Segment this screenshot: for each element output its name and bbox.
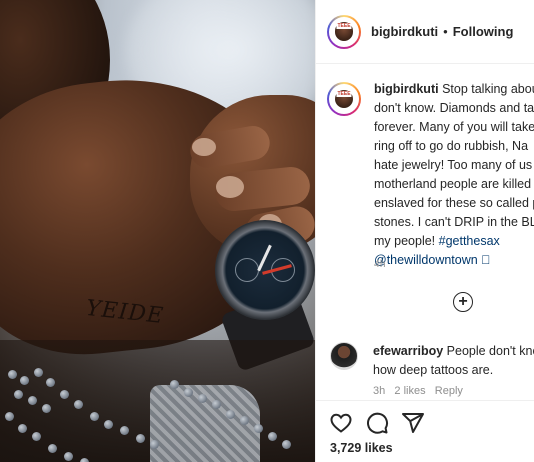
photo-bead [170,380,179,389]
photo-bead [60,390,69,399]
caption-line: motherland people are killed [374,177,532,191]
avatar-badge-text: TEEE [336,90,352,97]
photo-bead [212,400,221,409]
avatar-badge-text: TEEE [336,23,352,30]
load-more-comments-button[interactable]: + [453,292,473,312]
commenter-avatar[interactable] [330,342,358,370]
photo-bead [34,368,43,377]
avatar-inner: TEEE [329,84,359,114]
comment-time[interactable]: 3h [373,385,385,397]
caption-line: ring off to go do rubbish, Na [374,139,529,153]
photo-bead [14,390,23,399]
plus-circle-icon: + [458,293,468,310]
caption-text: bigbirdkuti Stop talking abou don't know… [374,80,534,270]
watch-subdial [235,258,259,282]
commenter-username[interactable]: efewarriboy [373,344,443,358]
photo-bead [282,440,291,449]
caption-line: forever. Many of you will take [374,120,534,134]
photo-bead [226,410,235,419]
photo-bead [254,424,263,433]
photo-bead [90,412,99,421]
photo-bead [28,396,37,405]
author-avatar[interactable]: TEEE [327,14,361,49]
photo-bead [32,432,41,441]
photo-bead [5,412,14,421]
photo-bead [8,370,17,379]
caption-line: my people! [374,234,439,248]
share-icon[interactable] [401,411,425,435]
photo-nail [216,176,244,198]
photo-bead [240,416,249,425]
photo-bead [48,444,57,453]
caption-line: don't know. Diamonds and ta [374,101,534,115]
photo-bead [198,394,207,403]
caption-hashtag[interactable]: #getthesax [439,234,500,248]
avatar-inner: TEEE [329,16,359,47]
photo-bead [64,452,73,461]
comment-likes[interactable]: 2 likes [394,385,425,397]
photo-bead [268,432,277,441]
comment-line: People don't kno [446,344,534,358]
photo-nail [192,138,216,156]
post-side-panel: TEEE bigbirdkuti • Following TEEE bigbir… [315,0,534,462]
caption-mention[interactable]: @thewilldowntown 🏿 [374,253,491,267]
caption-line: Stop talking abou [442,82,534,96]
heart-icon[interactable] [329,411,353,435]
post-header: TEEE bigbirdkuti • Following [316,0,534,64]
caption-timestamp[interactable]: 4h [374,259,386,270]
photo-bead [136,434,145,443]
photo-beads [0,360,315,462]
photo-bead [104,420,113,429]
post-photo[interactable]: YEIDE [0,0,315,462]
photo-bead [184,388,193,397]
photo-bead [46,378,55,387]
photo-bead [18,424,27,433]
photo-bead [120,426,129,435]
caption-line: hate jewelry! Too many of us [374,158,533,172]
comment-text: efewarriboy People don't kno how deep ta… [373,342,534,380]
photo-bead [20,376,29,385]
caption-author-avatar[interactable]: TEEE [327,82,361,116]
photo-bead [42,404,51,413]
caption-line: enslaved for these so called p [374,196,534,210]
likes-count[interactable]: 3,729 likes [330,441,393,455]
author-username[interactable]: bigbirdkuti [371,24,438,39]
watch-hand [257,244,272,272]
caption-username[interactable]: bigbirdkuti [374,82,439,96]
comment-icon[interactable] [365,411,389,435]
comment-meta: 3h 2 likes Reply [373,385,463,397]
following-button[interactable]: Following [453,24,514,39]
photo-bead [74,400,83,409]
photo-bead [80,458,89,462]
photo-bead [150,440,159,449]
wristwatch [215,220,315,320]
comment-line: how deep tattoos are. [373,363,494,377]
comment-reply-button[interactable]: Reply [435,385,463,397]
caption-line: stones. I can't DRIP in the BLO [374,215,534,229]
follow-separator: • [443,24,448,39]
